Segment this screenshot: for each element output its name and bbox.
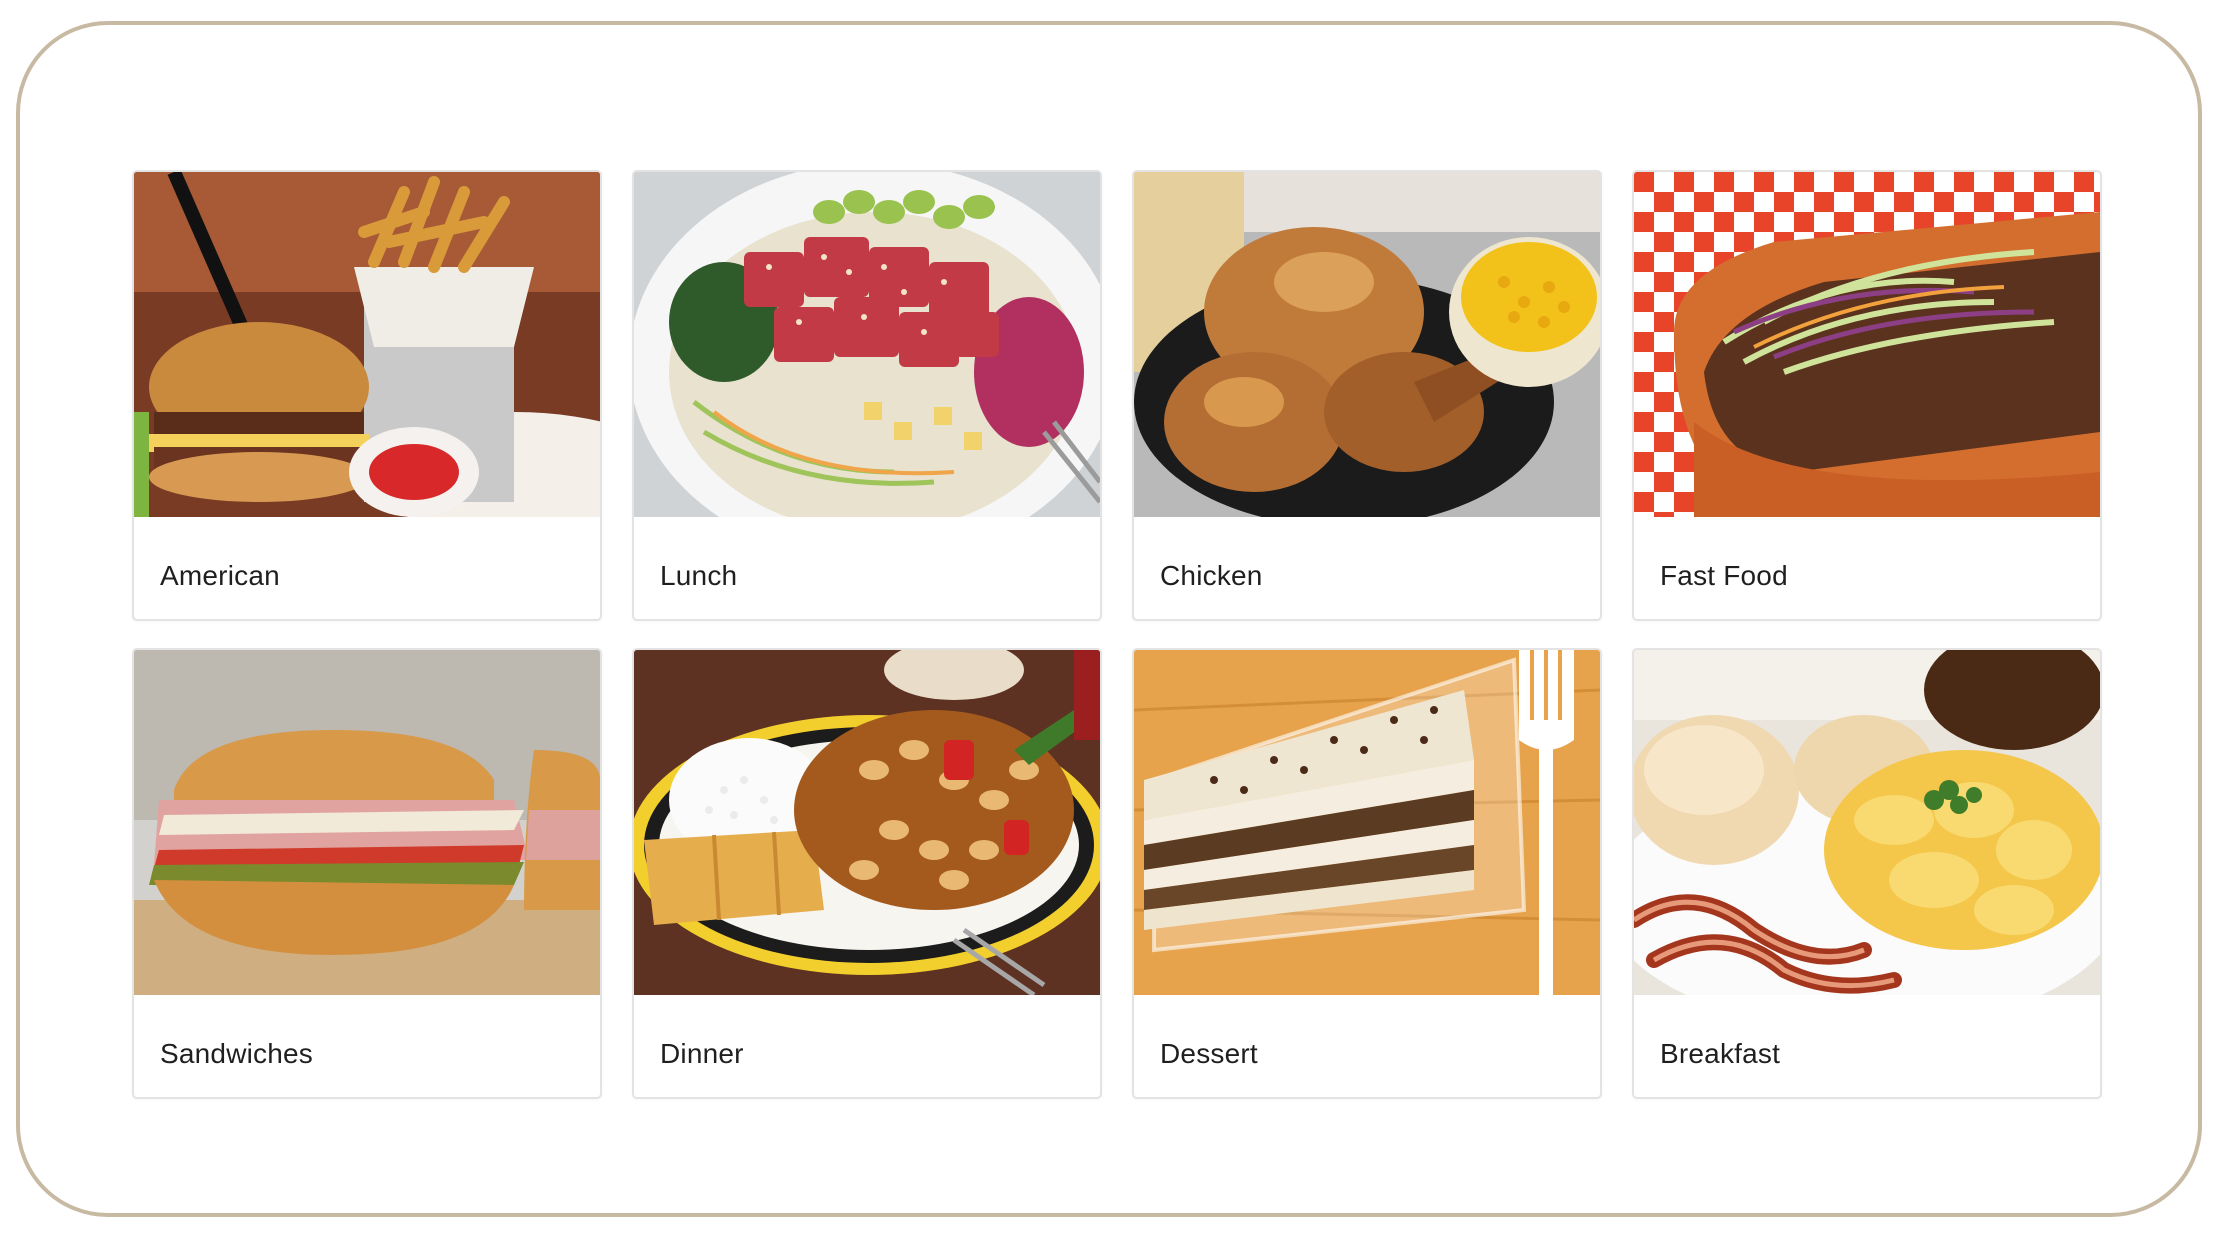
category-card-lunch[interactable]: Lunch	[632, 170, 1102, 621]
category-label: Dinner	[660, 1038, 744, 1069]
category-label: American	[160, 560, 280, 591]
burger-and-fries-photo	[134, 172, 600, 517]
category-label: Lunch	[660, 560, 738, 591]
category-card-american[interactable]: American	[132, 170, 602, 621]
tiramisu-slice-photo	[1134, 650, 1600, 995]
poke-bowl-photo	[634, 172, 1100, 517]
eggs-bacon-biscuit-photo	[1634, 650, 2100, 995]
category-label: Dessert	[1160, 1038, 1258, 1069]
category-label: Sandwiches	[160, 1038, 313, 1069]
category-label: Fast Food	[1660, 560, 1788, 591]
deli-sandwich-photo	[134, 650, 600, 995]
category-card-chicken[interactable]: Chicken	[1132, 170, 1602, 621]
roast-chicken-photo	[1134, 172, 1600, 517]
category-panel: American Lunch Chicken Fast Food Sandwic…	[16, 21, 2202, 1217]
category-card-dessert[interactable]: Dessert	[1132, 648, 1602, 1099]
sandwich-with-slaw-photo	[1634, 172, 2100, 517]
rice-plate-photo	[634, 650, 1100, 995]
category-grid: American Lunch Chicken Fast Food Sandwic…	[132, 170, 2104, 1099]
category-card-breakfast[interactable]: Breakfast	[1632, 648, 2102, 1099]
category-card-fast-food[interactable]: Fast Food	[1632, 170, 2102, 621]
category-label: Breakfast	[1660, 1038, 1781, 1069]
category-card-sandwiches[interactable]: Sandwiches	[132, 648, 602, 1099]
category-label: Chicken	[1160, 560, 1263, 591]
category-card-dinner[interactable]: Dinner	[632, 648, 1102, 1099]
